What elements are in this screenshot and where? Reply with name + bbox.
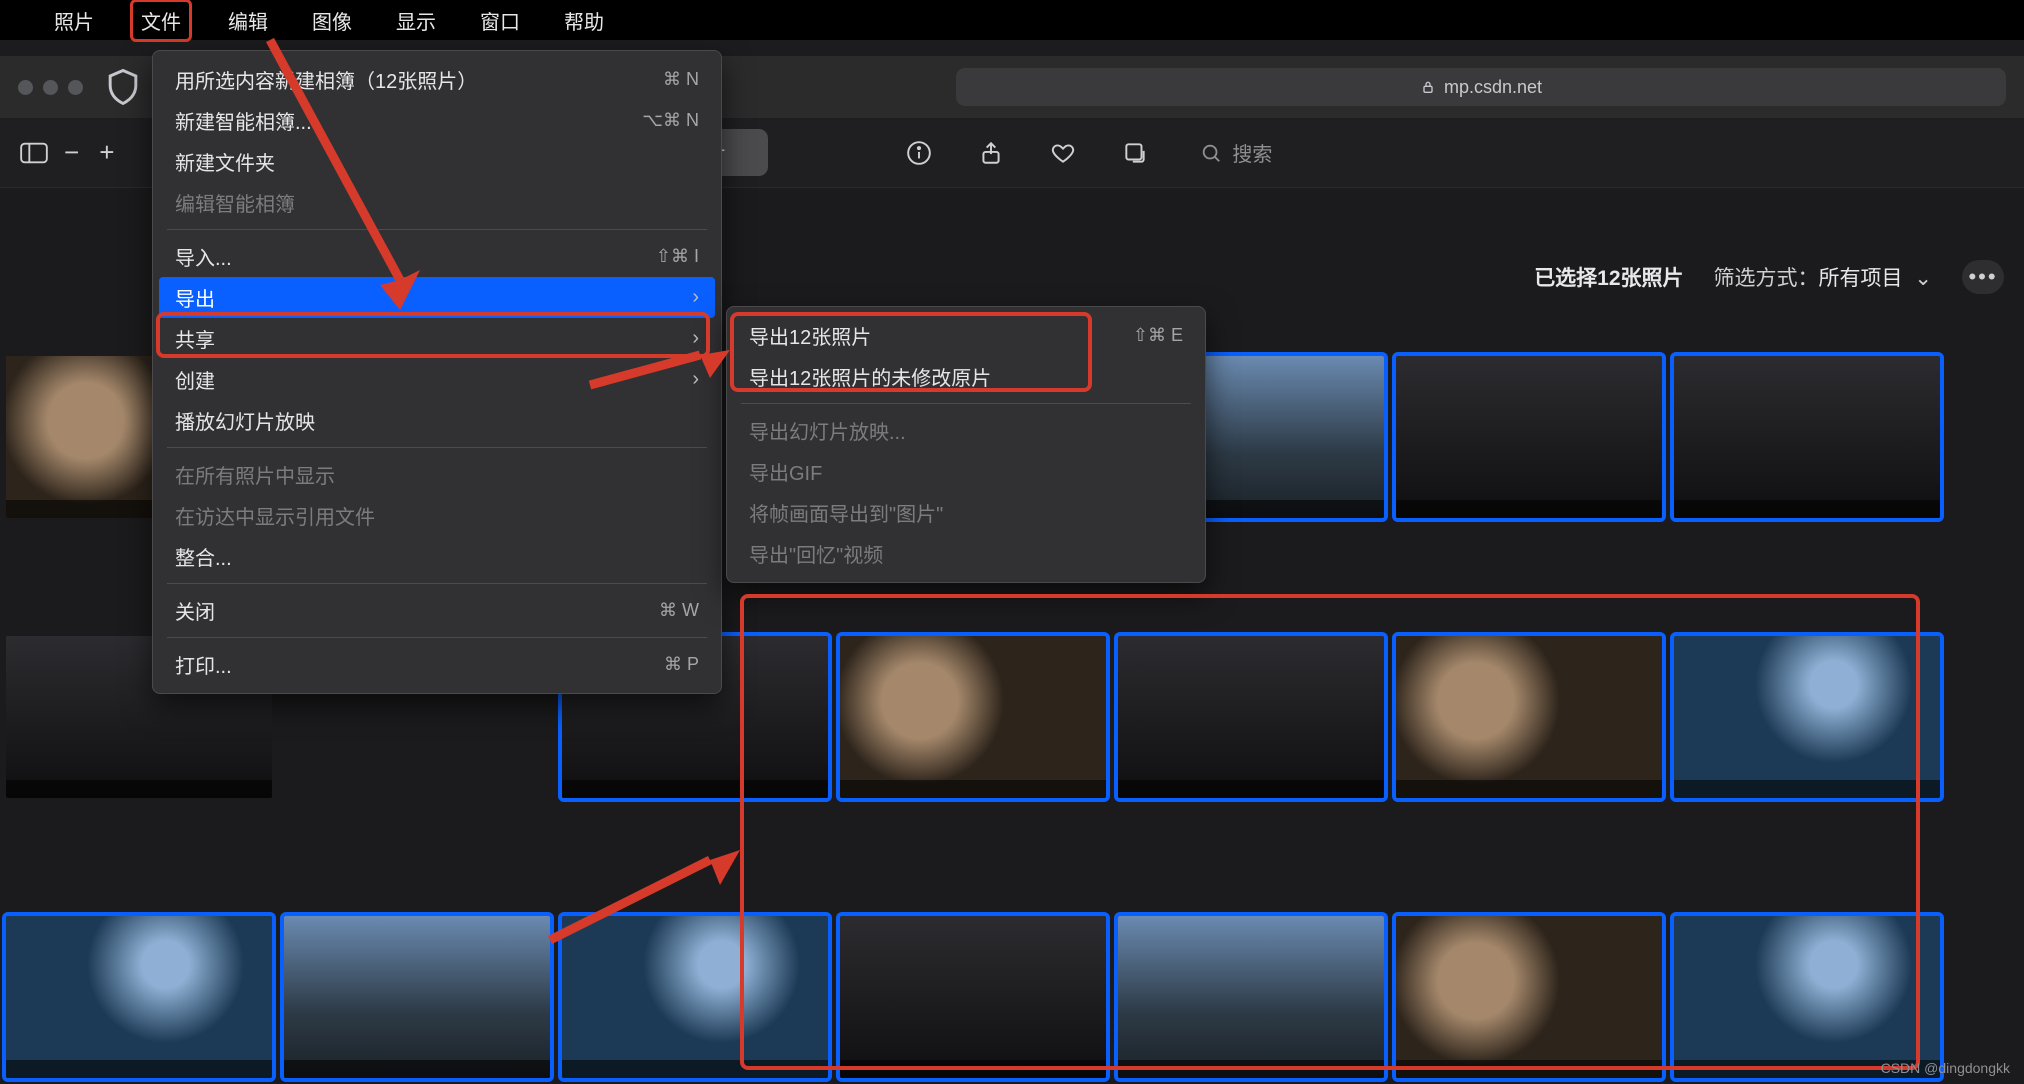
photo-thumb[interactable] [1396,356,1662,518]
file-new-smart[interactable]: 新建智能相簿...⌥⌘ N [153,100,721,141]
search-icon [1200,142,1222,164]
menu-image[interactable]: 图像 [304,2,360,39]
file-share[interactable]: 共享› [153,318,721,359]
chevron-right-icon: › [692,286,699,309]
photo-thumb[interactable] [1674,916,1940,1078]
photo-thumb[interactable] [1674,356,1940,518]
more-button[interactable]: ••• [1962,260,2004,294]
url-bar[interactable]: mp.csdn.net [956,68,2006,106]
privacy-shield-icon[interactable] [101,68,145,106]
menubar: 照片 文件 编辑 图像 显示 窗口 帮助 [0,0,2024,40]
file-import[interactable]: 导入...⇧⌘ I [153,236,721,277]
file-reveal-finder: 在访达中显示引用文件 [153,495,721,536]
export-frame: 将帧画面导出到"图片" [727,492,1205,533]
photo-thumb[interactable] [284,916,550,1078]
photo-thumb[interactable] [562,916,828,1078]
menu-edit[interactable]: 编辑 [220,2,276,39]
search-field[interactable]: 搜索 [1200,138,1272,167]
menu-help[interactable]: 帮助 [556,2,612,39]
rotate-icon[interactable] [1122,140,1148,166]
file-print[interactable]: 打印...⌘ P [153,644,721,685]
export-memory: 导出"回忆"视频 [727,533,1205,574]
lock-icon [1420,79,1436,95]
photo-thumb[interactable] [1396,916,1662,1078]
zoom-out-button[interactable]: − [64,137,83,168]
export-originals[interactable]: 导出12张照片的未修改原片 [727,356,1205,397]
heart-icon[interactable] [1050,140,1076,166]
sidebar-toggle-icon[interactable] [20,142,48,164]
export-submenu: 导出12张照片⇧⌘ E 导出12张照片的未修改原片 导出幻灯片放映... 导出G… [726,306,1206,583]
file-export[interactable]: 导出› [159,277,715,318]
filter-label: 筛选方式： [1714,267,1819,290]
file-show-all: 在所有照片中显示 [153,454,721,495]
menu-file[interactable]: 文件 [130,0,192,42]
watermark: CSDN @dingdongkk [1881,1060,2010,1076]
file-new-album[interactable]: 用所选内容新建相簿（12张照片）⌘ N [153,59,721,100]
file-close[interactable]: 关闭⌘ W [153,590,721,631]
export-n-photos[interactable]: 导出12张照片⇧⌘ E [727,315,1205,356]
chevron-down-icon: ⌄ [1914,267,1932,290]
zoom-in-button[interactable]: + [99,137,118,168]
url-text: mp.csdn.net [1444,77,1542,98]
filter-value[interactable]: 所有项目 [1819,267,1903,290]
photo-thumb[interactable] [1396,636,1662,798]
selection-count: 已选择12张照片 [1534,262,1683,292]
share-icon[interactable] [978,140,1004,166]
file-new-folder[interactable]: 新建文件夹 [153,141,721,182]
photo-thumb[interactable] [840,916,1106,1078]
window-controls[interactable] [18,80,83,95]
photo-thumb[interactable] [1118,916,1384,1078]
file-edit-smart: 编辑智能相簿 [153,182,721,223]
file-create[interactable]: 创建› [153,359,721,400]
menu-app[interactable]: 照片 [46,2,102,39]
photo-thumb[interactable] [840,636,1106,798]
file-menu: 用所选内容新建相簿（12张照片）⌘ N 新建智能相簿...⌥⌘ N 新建文件夹 … [152,50,722,694]
search-placeholder: 搜索 [1232,138,1272,167]
file-slideshow[interactable]: 播放幻灯片放映 [153,400,721,441]
export-slideshow: 导出幻灯片放映... [727,410,1205,451]
file-consolidate[interactable]: 整合... [153,536,721,577]
selection-row: 已选择12张照片 筛选方式：所有项目 ⌄ ••• [900,260,2004,294]
menu-view[interactable]: 显示 [388,2,444,39]
export-gif: 导出GIF [727,451,1205,492]
photo-thumb[interactable] [6,916,272,1078]
photo-thumb[interactable] [1118,636,1384,798]
info-icon[interactable] [906,140,932,166]
photo-thumb[interactable] [1674,636,1940,798]
menu-window[interactable]: 窗口 [472,2,528,39]
